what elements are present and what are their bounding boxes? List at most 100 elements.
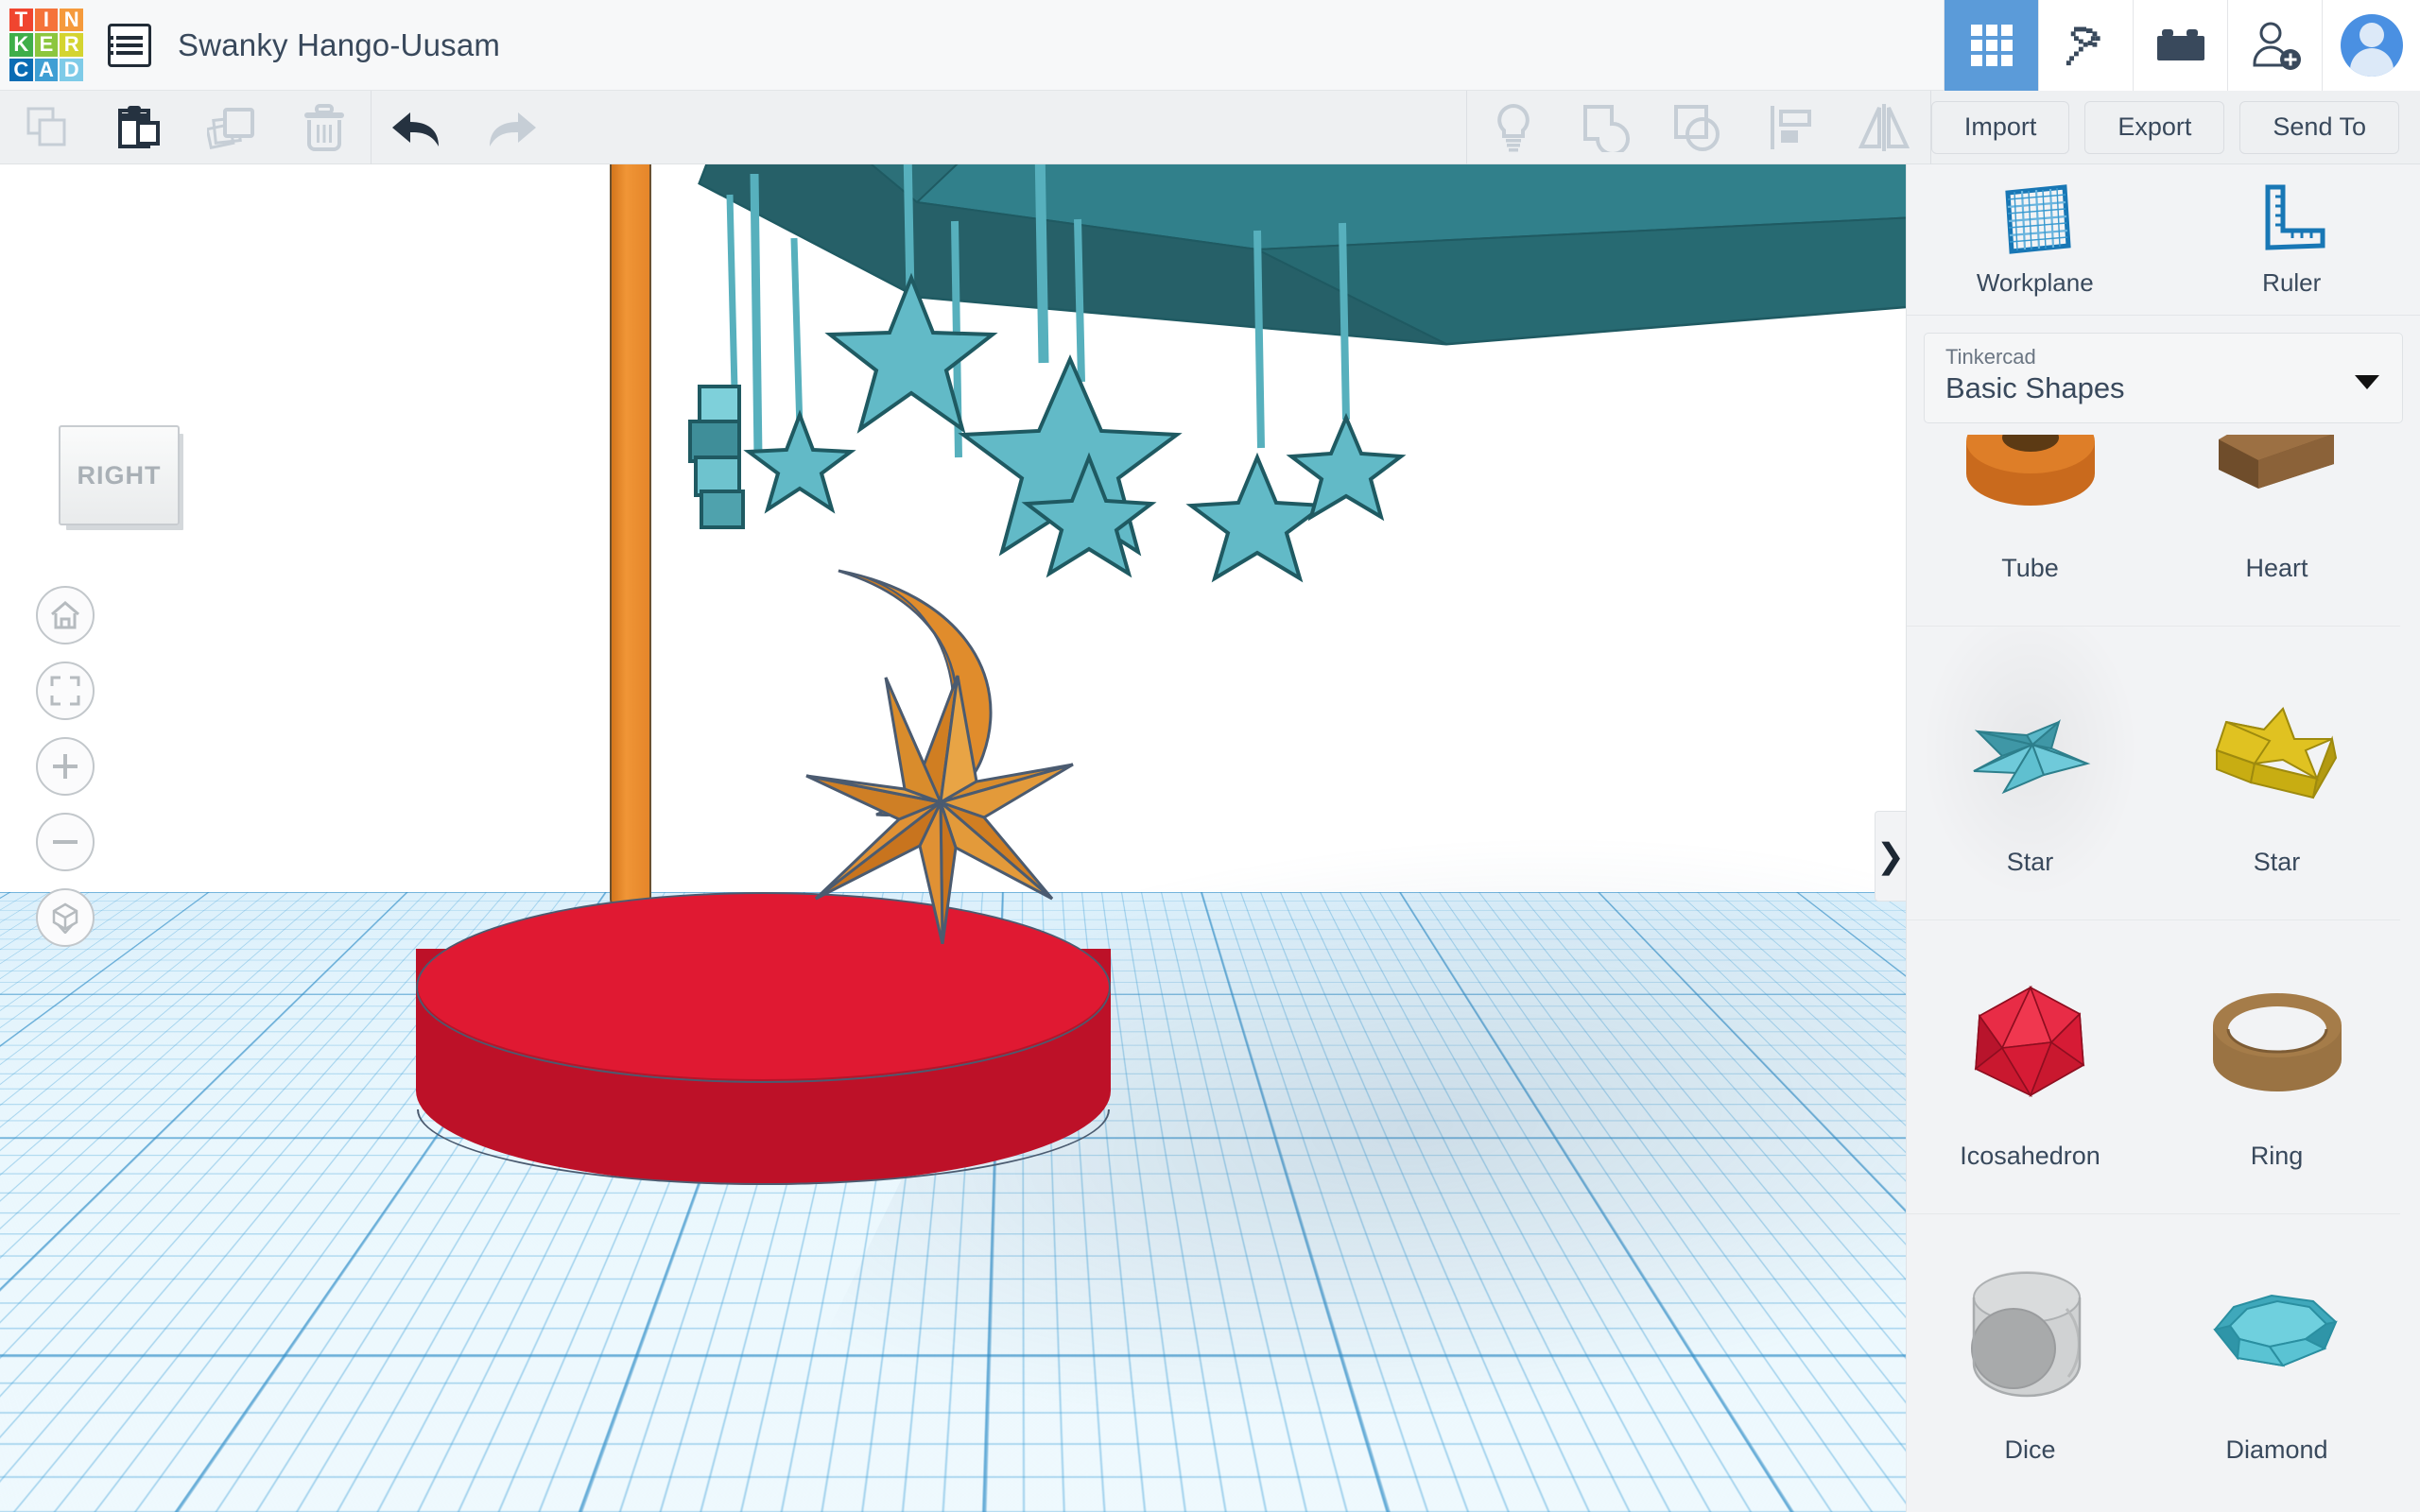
diamond-icon	[2192, 1260, 2362, 1411]
shape-thumb	[1945, 435, 2116, 552]
workplane-tool[interactable]: Workplane	[1907, 164, 2164, 315]
shape-thumb	[2192, 435, 2362, 552]
category-provider: Tinkercad	[1945, 345, 2381, 369]
align-icon	[1767, 103, 1816, 152]
shape-label: Tube	[2001, 554, 2059, 583]
star-icon	[2192, 677, 2362, 818]
shape-label: Diamond	[2225, 1435, 2327, 1465]
pickaxe-icon	[2062, 21, 2111, 70]
tinkercad-logo[interactable]: T I N K E R C A D	[9, 9, 83, 82]
orange-pole-model	[610, 164, 651, 911]
shape-item-dice[interactable]: Dice	[1907, 1214, 2153, 1507]
shape-tools	[1467, 91, 1930, 164]
home-view-icon	[49, 600, 81, 630]
design-title: Swanky Hango-Uusam	[178, 27, 500, 63]
logo-tile-0: T	[9, 9, 33, 32]
shape-thumb	[2192, 649, 2362, 846]
mirror-button[interactable]	[1838, 91, 1930, 164]
fit-to-view-icon	[50, 676, 80, 706]
zoom-in-icon	[50, 751, 80, 782]
invite-people-button[interactable]	[2227, 0, 2322, 91]
shape-label: Star	[2007, 848, 2054, 877]
zoom-out-icon	[50, 827, 80, 857]
delete-button[interactable]	[278, 91, 371, 164]
duplicate-icon	[207, 104, 256, 151]
shape-thumb	[1945, 649, 2116, 846]
logo-tile-3: K	[9, 33, 33, 57]
shape-item-ring[interactable]: Ring	[2153, 920, 2400, 1213]
copy-button[interactable]	[0, 91, 93, 164]
shape-item-star-yellow[interactable]: Star	[2153, 627, 2400, 919]
logo-tile-4: E	[35, 33, 59, 57]
paste-button[interactable]	[93, 91, 185, 164]
minecraft-button[interactable]	[2038, 0, 2133, 91]
top-bar: T I N K E R C A D Swanky Hango-Uusam	[0, 0, 2420, 91]
ortho-perspective-icon	[49, 902, 81, 934]
viewport-nav-controls	[36, 586, 95, 947]
blocks-grid-button[interactable]	[1944, 0, 2038, 91]
export-button[interactable]: Export	[2084, 101, 2224, 154]
shape-gallery-scroll: Tube Heart	[1907, 435, 2400, 1507]
category-selected: Basic Shapes	[1945, 369, 2381, 407]
list-line	[116, 43, 143, 47]
workplane-icon	[1998, 181, 2072, 255]
lego-brick-icon	[2155, 26, 2206, 65]
ruler-label: Ruler	[2262, 268, 2321, 298]
delete-icon	[301, 103, 348, 152]
shapes-panel: Workplane Ruler Tinkercad Basic Shapes	[1906, 164, 2420, 1512]
tube-icon	[1945, 435, 2116, 524]
shape-item-star-teal[interactable]: Star	[1907, 627, 2153, 919]
group-button[interactable]	[1560, 91, 1652, 164]
view-cube[interactable]: RIGHT	[59, 425, 180, 525]
ortho-perspective-button[interactable]	[36, 888, 95, 947]
ungroup-icon	[1672, 103, 1725, 152]
shape-gallery[interactable]: Tube Heart	[1907, 435, 2420, 1512]
shape-item-heart[interactable]: Heart	[2153, 435, 2400, 626]
ungroup-button[interactable]	[1652, 91, 1745, 164]
clipboard-tools	[0, 91, 371, 164]
duplicate-button[interactable]	[185, 91, 278, 164]
home-view-button[interactable]	[36, 586, 95, 644]
undo-button[interactable]	[372, 91, 464, 164]
star-icon	[1945, 677, 2116, 818]
logo-tile-7: A	[35, 59, 59, 82]
import-button[interactable]: Import	[1931, 101, 2070, 154]
notes-button[interactable]	[1467, 91, 1560, 164]
note-lightbulb-icon	[1492, 103, 1535, 152]
logo-tile-2: N	[60, 9, 83, 32]
account-avatar-button[interactable]	[2322, 0, 2420, 91]
shape-label: Star	[2254, 848, 2301, 877]
edit-toolbar: Import Export Send To	[0, 91, 2420, 164]
shape-item-tube[interactable]: Tube	[1907, 435, 2153, 626]
fit-to-view-button[interactable]	[36, 662, 95, 720]
shape-thumb	[2192, 943, 2362, 1140]
logo-tile-1: I	[35, 9, 59, 32]
designs-list-icon[interactable]	[108, 24, 151, 67]
logo-tile-5: R	[60, 33, 83, 57]
tinkercad-app: T I N K E R C A D Swanky Hango-Uusam	[0, 0, 2420, 1512]
grid-icon	[1971, 25, 2013, 66]
shape-label: Dice	[2004, 1435, 2055, 1465]
bricks-button[interactable]	[2133, 0, 2227, 91]
align-button[interactable]	[1745, 91, 1838, 164]
hanging-stars-model	[510, 164, 1906, 637]
copy-icon	[23, 104, 70, 151]
logo-tile-6: C	[9, 59, 33, 82]
ruler-tool[interactable]: Ruler	[2164, 164, 2420, 315]
redo-button[interactable]	[464, 91, 557, 164]
paste-icon	[115, 104, 163, 151]
workplane-label: Workplane	[1977, 268, 2094, 298]
chevron-down-icon	[2355, 375, 2379, 389]
shape-label: Ring	[2251, 1142, 2304, 1171]
shape-category-select[interactable]: Tinkercad Basic Shapes	[1924, 333, 2403, 423]
orange-star-model	[799, 661, 1082, 944]
list-line	[116, 51, 143, 55]
shape-item-icosahedron[interactable]: Icosahedron	[1907, 920, 2153, 1213]
shape-item-diamond[interactable]: Diamond	[2153, 1214, 2400, 1507]
3d-viewport[interactable]: RIGHT	[0, 164, 1906, 1512]
send-to-button[interactable]: Send To	[2239, 101, 2399, 154]
heart-icon	[2192, 435, 2362, 524]
zoom-out-button[interactable]	[36, 813, 95, 871]
zoom-in-button[interactable]	[36, 737, 95, 796]
collapse-panel-button[interactable]: ❯	[1875, 811, 1906, 902]
